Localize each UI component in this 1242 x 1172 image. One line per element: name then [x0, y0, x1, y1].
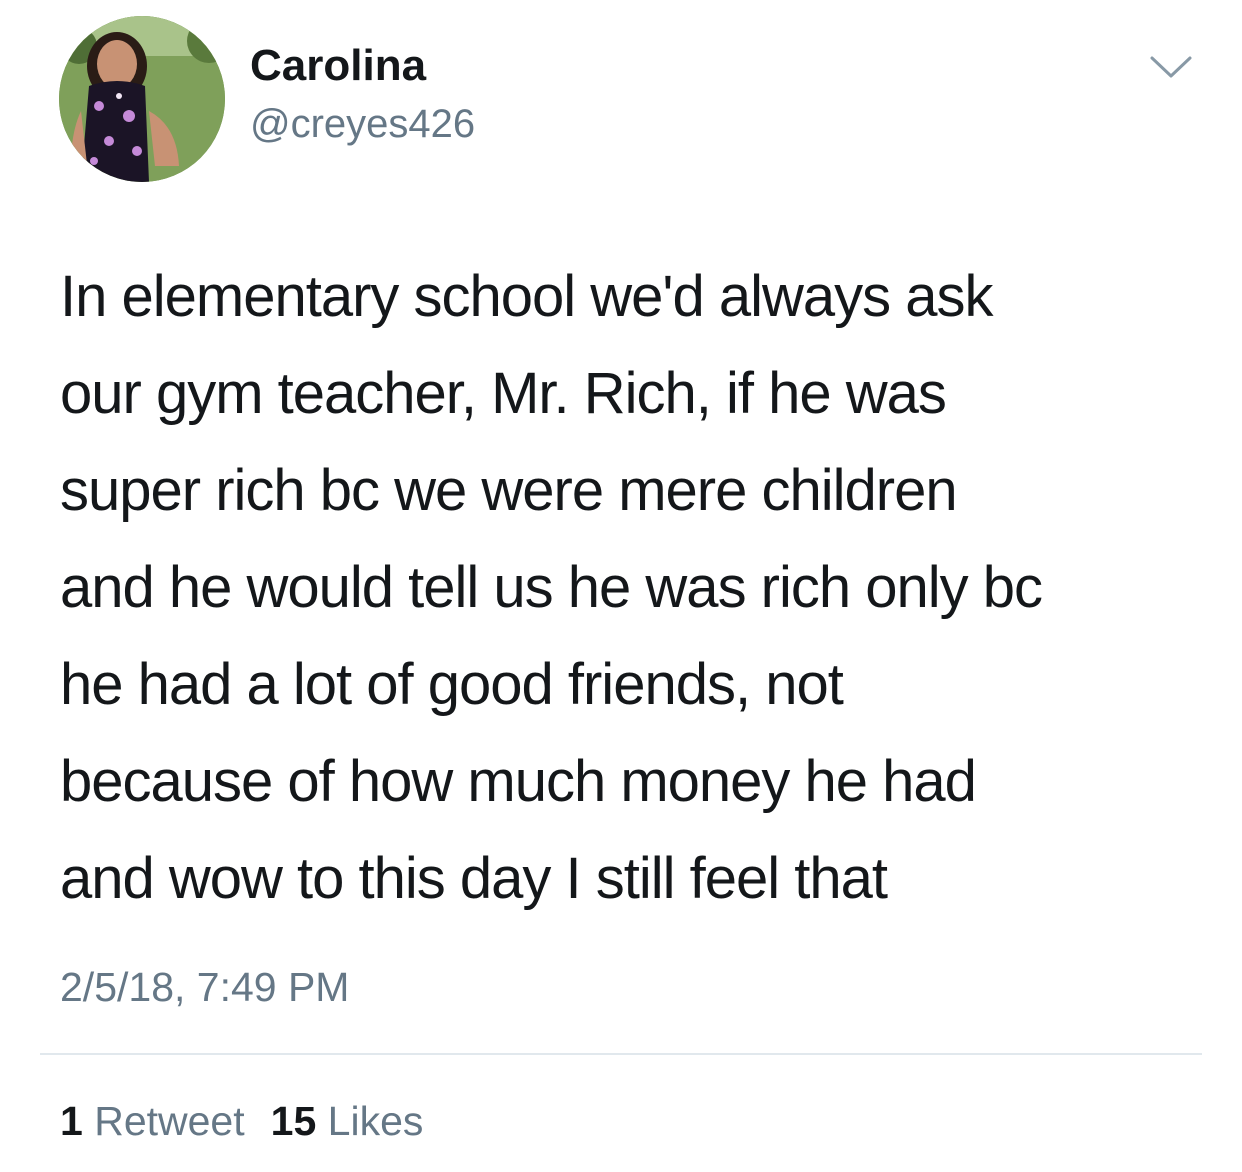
tweet-text: In elementary school we'd always ask our…	[60, 248, 1190, 927]
tweet-text-line: our gym teacher, Mr. Rich, if he was	[60, 361, 947, 426]
tweet-text-line: super rich bc we were mere children	[60, 458, 958, 523]
divider	[40, 1053, 1202, 1055]
tweet-text-line: and wow to this day I still feel that	[60, 846, 888, 911]
tweet-text-line: because of how much money he had	[60, 749, 977, 814]
tweet-text-line: and he would tell us he was rich only bc	[60, 555, 1043, 620]
author-handle[interactable]: @creyes426	[250, 100, 475, 148]
tweet-text-line: In elementary school we'd always ask	[60, 264, 994, 329]
tweet-text-line: he had a lot of good friends, not	[60, 652, 844, 717]
avatar[interactable]	[59, 16, 225, 182]
retweets-count: 1	[60, 1098, 83, 1144]
likes-label: Likes	[327, 1098, 424, 1144]
tweet-stats: 1 Retweet 15 Likes	[60, 1096, 423, 1146]
tweet-timestamp[interactable]: 2/5/18, 7:49 PM	[60, 962, 349, 1012]
likes-count: 15	[270, 1098, 317, 1144]
chevron-down-icon[interactable]	[1148, 52, 1194, 82]
retweets-stat[interactable]: 1 Retweet	[60, 1098, 245, 1144]
avatar-photo	[59, 16, 225, 182]
likes-stat[interactable]: 15 Likes	[271, 1098, 424, 1144]
retweets-label: Retweet	[94, 1098, 245, 1144]
author-display-name[interactable]: Carolina	[250, 40, 426, 92]
